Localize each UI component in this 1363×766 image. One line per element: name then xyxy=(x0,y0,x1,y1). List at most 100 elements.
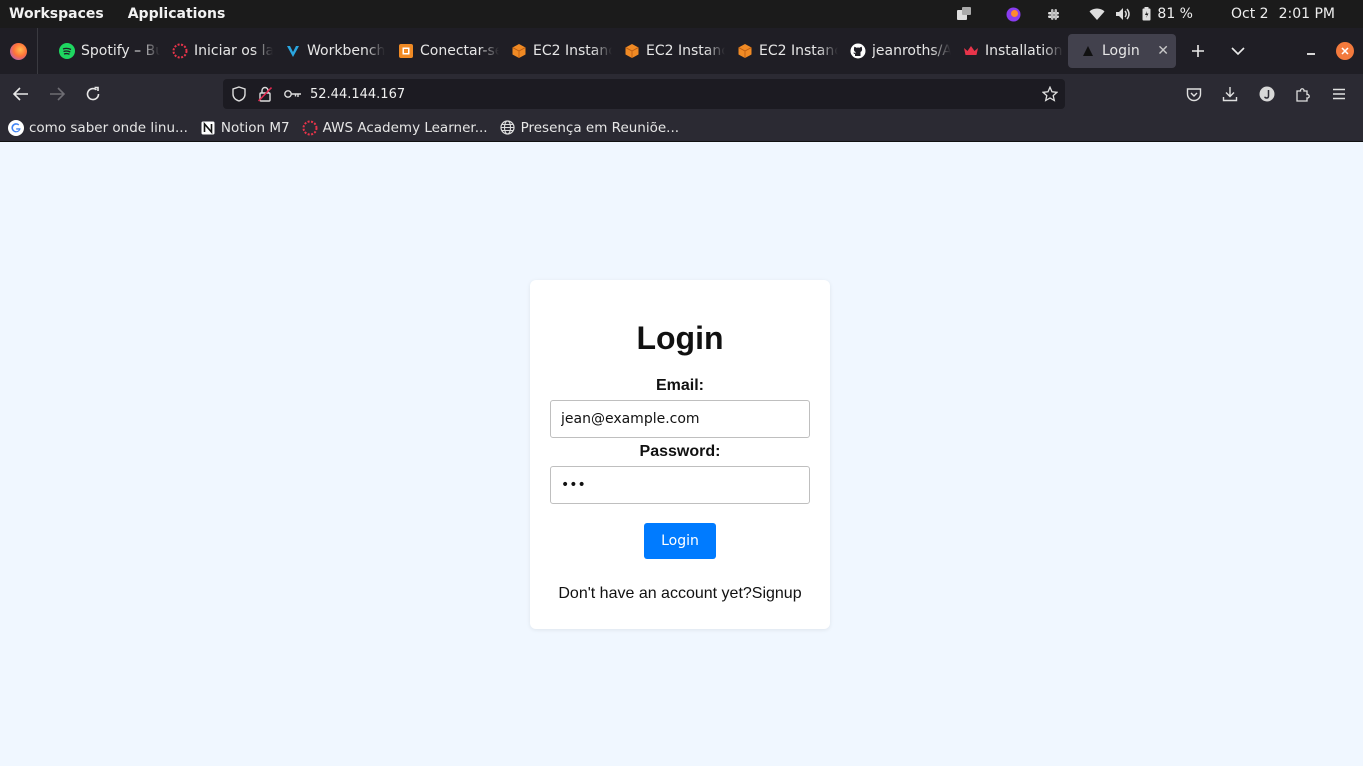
tab-title: jeanroths/A xyxy=(872,43,951,59)
notion-icon xyxy=(200,120,216,136)
account-button[interactable] xyxy=(1249,74,1285,114)
bookmark-label: Notion M7 xyxy=(220,119,290,136)
login-button[interactable]: Login xyxy=(644,523,716,559)
tab-iniciar-os-labs[interactable]: Iniciar os la xyxy=(160,34,273,68)
tab-title: Conectar-se xyxy=(420,43,499,59)
minimize-window-button[interactable] xyxy=(1301,28,1321,74)
login-card: Login Email: Password: Login Don't have … xyxy=(530,280,830,629)
back-button[interactable] xyxy=(3,74,39,114)
browser-tab-strip: Spotify – Bu Iniciar os la Workbench Con… xyxy=(0,28,1363,74)
github-icon xyxy=(850,43,866,59)
bookmark-label: como saber onde linu... xyxy=(29,119,188,136)
address-bar[interactable]: 52.44.144.167 xyxy=(223,79,1065,109)
web-page-content: Login Email: Password: Login Don't have … xyxy=(0,143,1363,766)
tab-title: EC2 Instanc xyxy=(759,43,838,59)
tab-workbench[interactable]: Workbench xyxy=(273,34,386,68)
forward-button[interactable] xyxy=(39,74,75,114)
vocareum-icon xyxy=(285,43,301,59)
aws-cube-icon xyxy=(624,43,640,59)
firefox-tray-icon[interactable] xyxy=(1003,0,1023,28)
pocket-icon xyxy=(1186,87,1202,101)
spotify-icon xyxy=(59,43,75,59)
tab-ec2-instances-2[interactable]: EC2 Instanc xyxy=(612,34,725,68)
globe-icon xyxy=(500,120,516,136)
tab-title: Login xyxy=(1102,43,1140,59)
insecure-lock-icon[interactable] xyxy=(254,79,276,109)
signup-prompt: Don't have an account yet? xyxy=(558,585,752,602)
signup-row: Don't have an account yet?Signup xyxy=(530,585,830,603)
bookmark-star-icon[interactable] xyxy=(1042,79,1058,109)
tab-title: Workbench xyxy=(307,43,386,59)
volume-icon[interactable] xyxy=(1113,0,1133,28)
applications-menu[interactable]: Applications xyxy=(128,6,226,22)
tab-installation[interactable]: Installation xyxy=(951,34,1064,68)
reload-icon xyxy=(86,86,100,101)
download-icon xyxy=(1222,87,1238,102)
url-text[interactable]: 52.44.144.167 xyxy=(310,87,405,102)
close-tab-icon[interactable]: ✕ xyxy=(1157,43,1169,59)
date-label[interactable]: Oct 2 xyxy=(1231,6,1269,22)
aws-cube-icon xyxy=(511,43,527,59)
bookmarks-toolbar: como saber onde linu... Notion M7 AWS Ac… xyxy=(0,114,1363,142)
tab-login-active[interactable]: Login ✕ xyxy=(1068,34,1176,68)
bookmark-item[interactable]: AWS Academy Learner... xyxy=(302,120,488,136)
aws-academy-icon xyxy=(172,43,188,59)
extensions-button[interactable] xyxy=(1285,74,1321,114)
signup-link[interactable]: Signup xyxy=(752,585,802,602)
bookmark-item[interactable]: Notion M7 xyxy=(200,120,290,136)
aws-academy-icon xyxy=(302,120,318,136)
triangle-icon xyxy=(1080,43,1096,59)
tab-title: Spotify – Bu xyxy=(81,43,160,59)
tab-ec2-instances-3[interactable]: EC2 Instanc xyxy=(725,34,838,68)
close-window-button[interactable]: ✕ xyxy=(1336,28,1354,74)
email-label: Email: xyxy=(655,377,704,394)
chevron-down-icon xyxy=(1231,46,1245,55)
arrow-left-icon xyxy=(13,87,28,101)
workspaces-menu[interactable]: Workspaces xyxy=(9,6,104,22)
bookmark-label: Presença em Reuniõe... xyxy=(520,119,680,136)
app-menu-button[interactable] xyxy=(1321,74,1357,114)
tab-title: EC2 Instanc xyxy=(646,43,725,59)
account-avatar-icon xyxy=(1259,86,1275,102)
password-field[interactable] xyxy=(550,466,810,504)
arrow-right-icon xyxy=(50,87,65,101)
slack-tray-icon[interactable] xyxy=(1043,0,1063,28)
plus-icon xyxy=(1192,45,1204,57)
battery-icon[interactable] xyxy=(1139,0,1153,28)
bookmark-item[interactable]: Presença em Reuniõe... xyxy=(500,120,679,136)
tab-github[interactable]: jeanroths/A xyxy=(838,34,951,68)
ec2-connect-icon xyxy=(398,43,414,59)
downloads-button[interactable] xyxy=(1212,74,1248,114)
wifi-icon[interactable] xyxy=(1087,0,1107,28)
tab-title: Iniciar os la xyxy=(194,43,273,59)
list-all-tabs-button[interactable] xyxy=(1218,28,1258,74)
email-field[interactable] xyxy=(550,400,810,438)
new-tab-button[interactable] xyxy=(1178,28,1218,74)
tab-conectar-se[interactable]: Conectar-se xyxy=(386,34,499,68)
clock-label[interactable]: 2:01 PM xyxy=(1279,6,1335,22)
navigation-toolbar: 52.44.144.167 xyxy=(0,74,1363,114)
battery-percent: 81 % xyxy=(1157,6,1193,22)
firefox-logo-icon[interactable] xyxy=(0,28,38,74)
tracking-protection-shield-icon[interactable] xyxy=(228,79,250,109)
google-icon xyxy=(8,119,24,136)
crown-icon xyxy=(963,43,979,59)
tab-ec2-instances-1[interactable]: EC2 Instanc xyxy=(499,34,612,68)
minimize-icon xyxy=(1307,53,1315,55)
aws-cube-icon xyxy=(737,43,753,59)
password-label: Password: xyxy=(639,443,721,460)
key-icon[interactable] xyxy=(282,79,304,109)
reload-button[interactable] xyxy=(75,74,111,114)
tab-title: EC2 Instanc xyxy=(533,43,612,59)
hamburger-menu-icon xyxy=(1333,88,1345,100)
login-title: Login xyxy=(636,320,724,356)
tab-spotify[interactable]: Spotify – Bu xyxy=(47,34,160,68)
system-top-bar: Workspaces Applications 81 % Oct 2 2:01 … xyxy=(0,0,1363,28)
puzzle-icon xyxy=(1296,88,1310,102)
teams-tray-icon[interactable] xyxy=(954,0,974,28)
pocket-button[interactable] xyxy=(1176,74,1212,114)
bookmark-item[interactable]: como saber onde linu... xyxy=(8,119,188,136)
tab-title: Installation xyxy=(985,43,1063,59)
bookmark-label: AWS Academy Learner... xyxy=(322,119,488,136)
close-icon: ✕ xyxy=(1336,42,1354,60)
